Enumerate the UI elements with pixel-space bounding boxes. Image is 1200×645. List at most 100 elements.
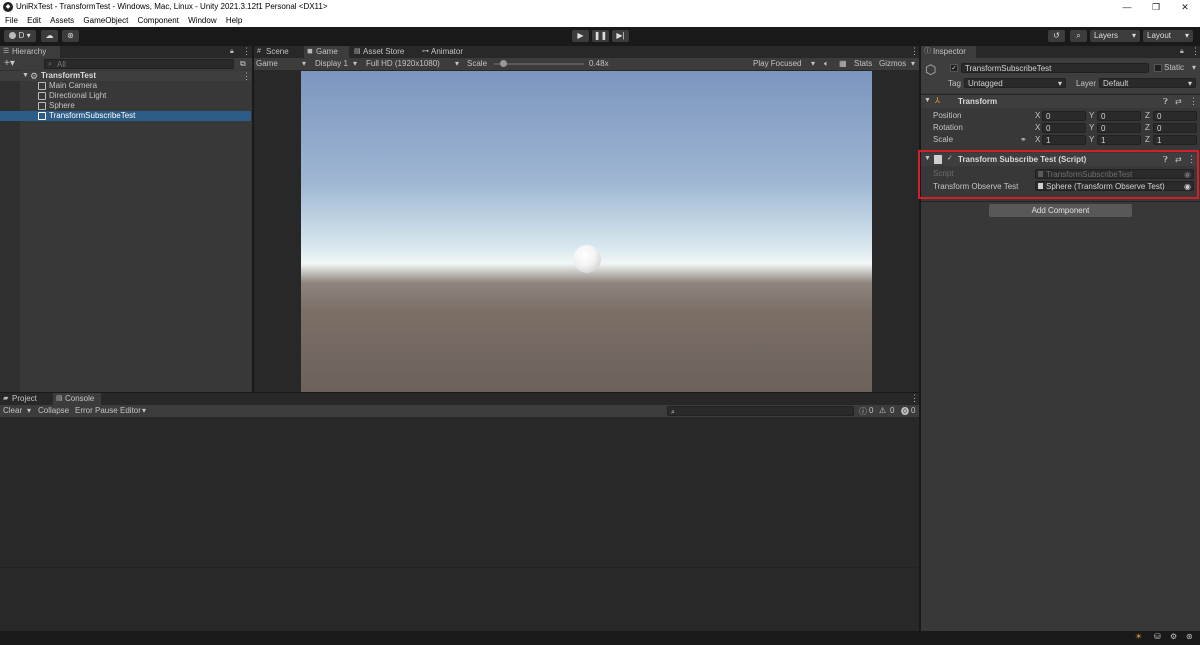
tag-dropdown[interactable]: Untagged ▾ <box>964 78 1066 88</box>
transform-header[interactable]: ▼ ⅄ Transform ❓︎ ⇄ ⋮ <box>921 95 1200 108</box>
gizmos-button[interactable]: Gizmos <box>879 59 906 68</box>
search-icon[interactable]: ⌕ <box>1070 30 1087 42</box>
preset-icon[interactable]: ⇄ <box>1175 155 1182 164</box>
tab-hierarchy[interactable]: ☰ Hierarchy <box>0 46 60 58</box>
more-options-icon[interactable]: ⋮ <box>1189 97 1198 106</box>
axis-z-label[interactable]: Z <box>1145 111 1150 121</box>
preset-icon[interactable]: ⇄ <box>1175 97 1182 106</box>
layout-dropdown[interactable]: Layout ▾ <box>1143 30 1193 42</box>
position-x-field[interactable]: 0 <box>1042 111 1086 121</box>
close-button[interactable]: ✕ <box>1170 1 1200 13</box>
scene-row[interactable]: ▼ ⚙ TransformTest ⋮ <box>0 71 251 81</box>
scale-y-field[interactable]: 1 <box>1097 135 1141 145</box>
more-options-icon[interactable]: ⋮ <box>1187 155 1196 164</box>
object-picker-icon[interactable]: ◉ <box>1184 182 1191 191</box>
error-pause-button[interactable]: Error Pause <box>75 406 118 415</box>
axis-x-label[interactable]: X <box>1035 123 1040 133</box>
sun-lighting-icon[interactable]: ☀ <box>1135 632 1142 641</box>
menu-help[interactable]: Help <box>226 14 242 27</box>
more-options-icon[interactable]: ⋮ <box>242 47 251 56</box>
resolution-dropdown[interactable]: Full HD (1920x1080) <box>366 59 440 68</box>
tab-animator[interactable]: ⊶ Animator <box>419 46 479 58</box>
active-checkbox[interactable]: ✓ <box>950 64 958 72</box>
axis-y-label[interactable]: Y <box>1089 111 1094 121</box>
more-options-icon[interactable]: ⋮ <box>1191 47 1200 56</box>
menu-file[interactable]: File <box>5 14 18 27</box>
collapse-button[interactable]: Collapse <box>38 406 69 415</box>
layer-dropdown[interactable]: Default ▾ <box>1099 78 1196 88</box>
editor-dropdown[interactable]: Editor <box>120 406 141 415</box>
tab-game[interactable]: ◼ Game <box>304 46 349 58</box>
axis-y-label[interactable]: Y <box>1089 123 1094 133</box>
help-icon[interactable]: ❓︎ <box>1163 155 1168 165</box>
menu-assets[interactable]: Assets <box>50 14 74 27</box>
hierarchy-item[interactable]: Sphere <box>0 101 251 111</box>
history-icon[interactable]: ↺ <box>1048 30 1065 42</box>
tab-inspector[interactable]: ⓘ Inspector <box>921 46 976 58</box>
error-count[interactable]: 0 <box>911 406 915 415</box>
chevron-down-icon[interactable]: ▾ <box>1192 63 1196 72</box>
game-viewport[interactable] <box>301 71 872 392</box>
scale-x-field[interactable]: 1 <box>1042 135 1086 145</box>
collab-icon[interactable]: ⊛ <box>62 30 79 42</box>
enabled-checkmark-icon[interactable]: ✓ <box>947 154 953 162</box>
rotation-y-field[interactable]: 0 <box>1097 123 1141 133</box>
layers-dropdown[interactable]: Layers ▾ <box>1090 30 1140 42</box>
scale-slider[interactable] <box>494 60 584 67</box>
hierarchy-item-selected[interactable]: TransformSubscribeTest <box>0 111 251 121</box>
help-icon[interactable]: ❓︎ <box>1163 97 1168 107</box>
menu-window[interactable]: Window <box>188 14 216 27</box>
axis-y-label[interactable]: Y <box>1089 135 1094 145</box>
pause-button[interactable]: ❚❚ <box>592 30 609 42</box>
lock-icon[interactable]: 🔒︎ <box>1180 48 1184 56</box>
tab-project[interactable]: ▰ Project <box>0 393 50 405</box>
collapse-arrow-icon[interactable]: ▼ <box>924 155 931 162</box>
step-button[interactable]: ▶| <box>612 30 629 42</box>
hierarchy-item[interactable]: Directional Light <box>0 91 251 101</box>
play-focused-dropdown[interactable]: Play Focused <box>753 59 801 68</box>
collapse-arrow-icon[interactable]: ▼ <box>924 97 931 104</box>
tab-console[interactable]: ▤ Console <box>53 393 101 405</box>
cache-server-icon[interactable]: ⛁ <box>1154 632 1161 641</box>
account-button[interactable]: D ▾ <box>4 30 36 42</box>
hierarchy-item[interactable]: Main Camera <box>0 81 251 91</box>
collab-status-icon[interactable]: ⚙ <box>1170 632 1177 641</box>
script-component-header[interactable]: ▼ ✓ Transform Subscribe Test (Script) ❓︎… <box>921 153 1197 166</box>
display-dropdown[interactable]: Display 1 <box>315 59 348 68</box>
minimize-button[interactable]: — <box>1112 1 1142 13</box>
scale-z-field[interactable]: 1 <box>1153 135 1197 145</box>
rotation-z-field[interactable]: 0 <box>1153 123 1197 133</box>
position-y-field[interactable]: 0 <box>1097 111 1141 121</box>
warning-count[interactable]: 0 <box>890 406 894 415</box>
tab-asset-store[interactable]: ▤ Asset Store <box>351 46 416 58</box>
more-options-icon[interactable]: ⋮ <box>242 72 251 81</box>
axis-x-label[interactable]: X <box>1035 111 1040 121</box>
maximize-button[interactable]: ❐ <box>1141 1 1171 13</box>
hierarchy-search-input[interactable]: ⌕ All <box>44 59 234 69</box>
notification-icon[interactable]: ⊛ <box>1186 632 1193 641</box>
axis-z-label[interactable]: Z <box>1145 123 1150 133</box>
static-checkbox[interactable] <box>1154 64 1162 72</box>
axis-x-label[interactable]: X <box>1035 135 1040 145</box>
add-icon[interactable]: +▾ <box>4 58 15 70</box>
menu-gameobject[interactable]: GameObject <box>83 14 128 27</box>
more-options-icon[interactable]: ⋮ <box>910 47 919 56</box>
add-component-button[interactable]: Add Component <box>989 204 1132 217</box>
lock-icon[interactable]: 🔒︎ <box>230 48 234 56</box>
tab-scene[interactable]: # Scene <box>254 46 304 58</box>
menu-edit[interactable]: Edit <box>27 14 41 27</box>
console-divider[interactable] <box>0 567 919 568</box>
game-mode-dropdown[interactable]: Game <box>256 59 278 68</box>
rotation-x-field[interactable]: 0 <box>1042 123 1086 133</box>
scale-slider-thumb[interactable] <box>500 60 507 67</box>
constrain-proportions-icon[interactable]: ⚭ <box>1020 135 1027 144</box>
play-button[interactable]: ▶ <box>572 30 589 42</box>
more-options-icon[interactable]: ⋮ <box>910 394 919 403</box>
transform-observe-test-field[interactable]: Sphere (Transform Observe Test) ◉ <box>1035 181 1194 191</box>
info-count[interactable]: 0 <box>869 406 873 415</box>
axis-z-label[interactable]: Z <box>1145 135 1150 145</box>
clear-button[interactable]: Clear <box>3 406 22 415</box>
vsync-icon[interactable]: ▦ <box>839 59 847 68</box>
position-z-field[interactable]: 0 <box>1153 111 1197 121</box>
scene-visibility-icon[interactable]: ⧉ <box>240 59 246 69</box>
